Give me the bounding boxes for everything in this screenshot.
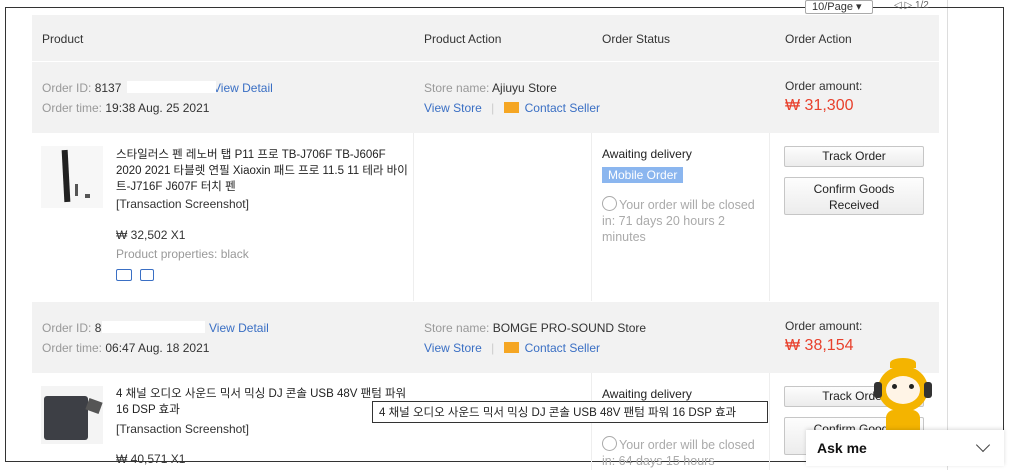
pager[interactable]: ◁ ▷ 1/2 xyxy=(894,0,929,11)
store-name-2: Store name: BOMGE PRO-SOUND Store xyxy=(424,321,647,335)
divider xyxy=(413,133,414,301)
envelope-icon xyxy=(503,102,519,113)
order-time-1: Order time: 19:38 Aug. 25 2021 xyxy=(42,101,210,115)
view-store-link-2[interactable]: View Store xyxy=(424,341,482,355)
ask-me-label: Ask me xyxy=(817,440,867,456)
product-thumbnail-1[interactable] xyxy=(41,146,103,208)
order-amount-2: ₩ 38,154 xyxy=(785,337,854,354)
col-product: Product xyxy=(42,32,84,46)
order-time-2: Order time: 06:47 Aug. 18 2021 xyxy=(42,341,210,355)
mobile-order-badge: Mobile Order xyxy=(602,167,684,183)
return-icon[interactable] xyxy=(140,269,154,281)
contact-seller-link-1[interactable]: Contact Seller xyxy=(525,101,600,115)
ask-me-chat-bar[interactable]: Ask me xyxy=(806,430,1004,466)
chat-mascot-icon[interactable] xyxy=(872,358,938,436)
product-properties-1: Product properties: black xyxy=(116,247,249,261)
product-thumbnail-2[interactable] xyxy=(41,386,103,444)
order-id-2: Order ID: 8 xyxy=(42,321,102,335)
per-page-value: 10/Page xyxy=(812,1,853,13)
col-product-action: Product Action xyxy=(424,32,502,46)
order-status-2: Awaiting delivery xyxy=(602,387,692,401)
chevron-down-icon[interactable] xyxy=(975,437,991,453)
view-store-link-1[interactable]: View Store xyxy=(424,101,482,115)
transaction-screenshot-2[interactable]: [Transaction Screenshot] xyxy=(116,422,249,436)
clock-icon xyxy=(602,436,617,451)
table-header: Product Product Action Order Status Orde… xyxy=(32,15,939,61)
product-title-tooltip: 4 채널 오디오 사운드 믹서 믹싱 DJ 콘솔 USB 48V 팬텀 파워 1… xyxy=(372,401,768,423)
redacted-id-2 xyxy=(102,321,205,333)
product-title-1[interactable]: 스타일러스 펜 레노버 탭 P11 프로 TB-J706F TB-J606F 2… xyxy=(116,147,411,195)
redact-edge-1 xyxy=(212,81,216,93)
order-amount-label-1: Order amount: xyxy=(785,79,863,93)
store-links-2: View Store | Contact Seller xyxy=(424,341,600,355)
order-amount-1: ₩ 31,300 xyxy=(785,97,854,114)
page-indicator: 1/2 xyxy=(914,0,929,11)
divider xyxy=(591,133,592,301)
product-title-2[interactable]: 4 채널 오디오 사운드 믹서 믹싱 DJ 콘솔 USB 48V 팬텀 파워 1… xyxy=(116,386,411,418)
product-price-1: ₩ 32,502 X1 xyxy=(116,228,186,242)
transaction-screenshot-1[interactable]: [Transaction Screenshot] xyxy=(116,197,249,211)
track-order-button-1[interactable]: Track Order xyxy=(784,146,924,167)
order-id-1: Order ID: 8137 xyxy=(42,81,122,95)
col-order-action: Order Action xyxy=(785,32,852,46)
redacted-id-1 xyxy=(127,81,212,93)
view-detail-link-2[interactable]: View Detail xyxy=(209,321,269,335)
envelope-icon xyxy=(503,342,519,353)
confirm-goods-button-1[interactable]: Confirm Goods Received xyxy=(784,177,924,215)
col-order-status: Order Status xyxy=(602,32,671,46)
store-name-1: Store name: Ajiuyu Store xyxy=(424,81,557,95)
clock-icon xyxy=(602,196,617,211)
truck-icon[interactable] xyxy=(116,269,132,281)
store-links-1: View Store | Contact Seller xyxy=(424,101,600,115)
countdown-1: Your order will be closed in: 71 days 20… xyxy=(602,196,755,244)
order-status-1: Awaiting delivery xyxy=(602,147,692,161)
product-price-2: ₩ 40,571 X1 xyxy=(116,452,186,466)
contact-seller-link-2[interactable]: Contact Seller xyxy=(525,341,600,355)
order-amount-label-2: Order amount: xyxy=(785,319,863,333)
per-page-select[interactable]: 10/Page ▾ xyxy=(805,0,873,14)
countdown-2: Your order will be closed in: 64 days 15… xyxy=(602,436,755,468)
product-tools-1 xyxy=(116,269,154,284)
view-detail-link-1[interactable]: View Detail xyxy=(213,81,273,95)
